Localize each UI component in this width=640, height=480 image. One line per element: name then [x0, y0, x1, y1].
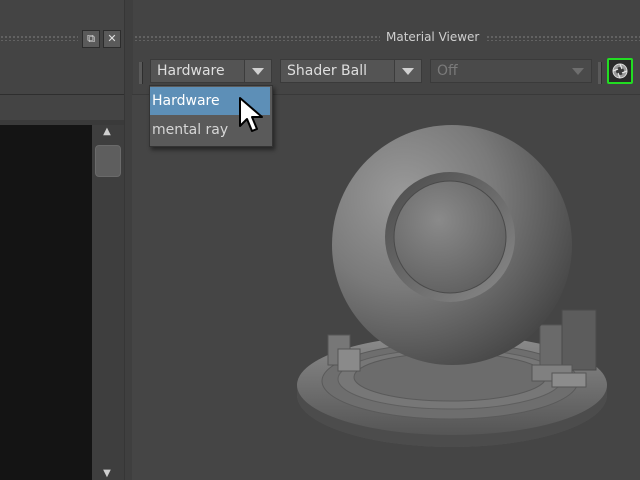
- mouse-pointer-icon: [239, 97, 263, 132]
- lighting-dropdown: Off: [430, 59, 592, 83]
- material-viewer-title-grip-right[interactable]: [486, 35, 640, 41]
- shader-ball-preview: [297, 125, 607, 447]
- renderer-dropdown-value: Hardware: [157, 63, 225, 79]
- left-panel-scrollbar[interactable]: [92, 125, 124, 480]
- renderer-dropdown[interactable]: Hardware: [150, 59, 272, 83]
- shader-type-dropdown-value: Shader Ball: [287, 63, 368, 79]
- material-viewer-title-grip[interactable]: [134, 35, 380, 41]
- scroll-down-arrow-icon[interactable]: ▼: [97, 468, 117, 480]
- toolbar-grip[interactable]: [139, 62, 143, 84]
- render-button[interactable]: [607, 58, 633, 84]
- material-viewer-title: Material Viewer: [386, 30, 480, 44]
- left-panel-content: [0, 125, 92, 480]
- close-icon: ✕: [107, 32, 117, 45]
- scrollbar-thumb[interactable]: [95, 145, 121, 177]
- left-panel-divider: [0, 94, 124, 95]
- shader-type-dropdown[interactable]: Shader Ball: [280, 59, 422, 83]
- material-preview-viewport[interactable]: [132, 95, 640, 480]
- chevron-down-icon[interactable]: [244, 60, 271, 82]
- chevron-down-icon[interactable]: [394, 60, 421, 82]
- lighting-dropdown-value: Off: [437, 63, 458, 79]
- left-panel-title-grip[interactable]: [0, 35, 78, 41]
- toolbar-grip[interactable]: [598, 62, 602, 84]
- float-window-icon: ⧉: [87, 32, 95, 45]
- chevron-down-icon: [565, 60, 591, 82]
- scroll-up-arrow-icon[interactable]: ▲: [97, 126, 117, 138]
- close-window-button[interactable]: ✕: [103, 30, 121, 48]
- render-camera-icon: [612, 63, 628, 79]
- float-window-button[interactable]: ⧉: [82, 30, 100, 48]
